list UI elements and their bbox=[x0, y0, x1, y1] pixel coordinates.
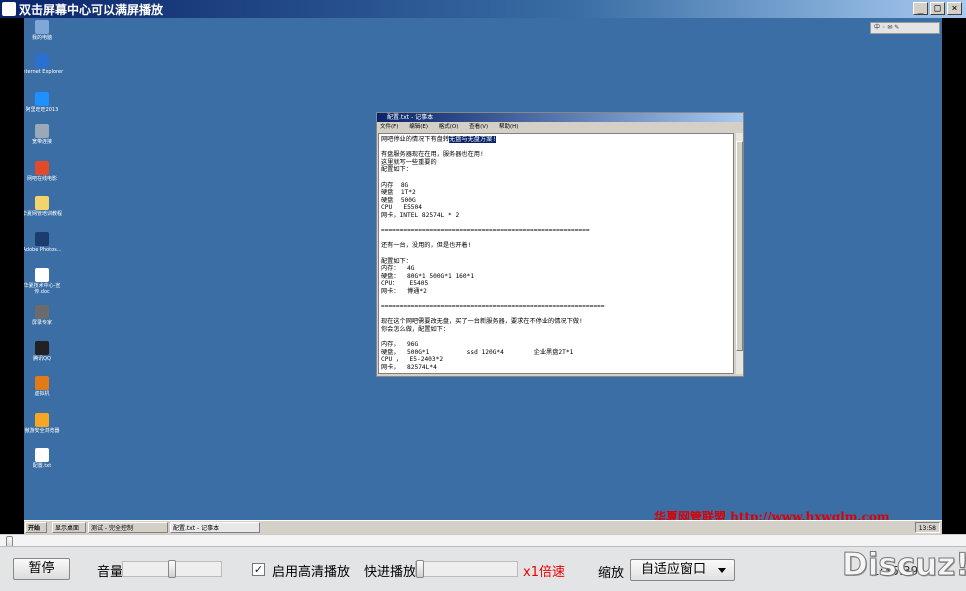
desktop-icon-image bbox=[35, 196, 49, 210]
notepad-window[interactable]: 配置.txt - 记事本 文件(F) 编辑(E) 格式(O) 查看(V) 帮助(… bbox=[376, 112, 744, 377]
desktop-icon-label: 华夏网管培训教程 bbox=[24, 211, 62, 217]
menu-format[interactable]: 格式(O) bbox=[439, 124, 459, 130]
desktop-icon-image bbox=[35, 413, 49, 427]
desktop-icon[interactable]: 屏录专家 bbox=[24, 305, 64, 326]
desktop-icon-label: 阿里旺旺2013 bbox=[25, 107, 59, 113]
start-button[interactable]: 开始 bbox=[25, 522, 47, 533]
notepad-body: 有盘服务器现在在用，服务器也在用! 这里就写一些重要的 配置如下： 内存 8G … bbox=[381, 151, 605, 371]
desktop-icon[interactable]: Adobe Photos... bbox=[24, 232, 64, 253]
desktop-icon-image bbox=[35, 341, 49, 355]
scrollbar-thumb[interactable] bbox=[736, 141, 743, 351]
desktop-icon-image bbox=[35, 124, 49, 138]
close-button[interactable]: × bbox=[947, 2, 962, 15]
notepad-menu: 文件(F) 编辑(E) 格式(O) 查看(V) 帮助(H) bbox=[377, 123, 743, 132]
desktop-icon-label: 配置.txt bbox=[32, 463, 52, 469]
desktop-icon-image bbox=[35, 92, 49, 106]
desktop-icon-image bbox=[35, 161, 49, 175]
fast-forward-label: 快进播放 bbox=[364, 565, 417, 580]
desktop-icon-image bbox=[35, 54, 49, 68]
desktop-icon-label: 腾讯QQ bbox=[33, 356, 51, 362]
desktop-icon[interactable]: 华夏网管培训教程 bbox=[24, 196, 64, 217]
desktop-icon[interactable]: 华夏技术中心-宣传.doc bbox=[24, 268, 64, 295]
discuz-logo: Discuz! bbox=[841, 547, 966, 584]
hd-label: 启用高清播放 bbox=[272, 565, 351, 580]
taskbar-item-notepad[interactable]: 配置.txt - 记事本 bbox=[170, 522, 260, 533]
desktop-icon-label: 我的电脑 bbox=[31, 35, 52, 41]
volume-slider-thumb[interactable] bbox=[168, 560, 176, 578]
menu-view[interactable]: 查看(V) bbox=[469, 124, 488, 130]
first-line-text: 网吧停业的情况下有盘转 bbox=[381, 136, 450, 143]
zoom-dropdown[interactable]: 自适应窗口 bbox=[630, 559, 735, 581]
window-title-bar[interactable]: 双击屏幕中心可以满屏播放 _ □ × bbox=[0, 0, 966, 18]
language-bar[interactable]: 中 ◦ ✉ ✎ bbox=[870, 22, 940, 34]
desktop-icon-image bbox=[35, 20, 49, 34]
volume-label: 音量 bbox=[97, 565, 124, 580]
desktop-icon-label: Adobe Photos... bbox=[24, 247, 62, 253]
desktop-icon-label: 傲游安全浏览器 bbox=[24, 428, 60, 434]
volume-slider[interactable] bbox=[122, 560, 222, 578]
chevron-down-icon bbox=[718, 568, 726, 573]
desktop-icon-image bbox=[35, 376, 49, 390]
desktop-icon-label: 宽带连接 bbox=[31, 139, 52, 145]
desktop-icon[interactable]: 阿里旺旺2013 bbox=[24, 92, 64, 113]
zoom-label: 缩放 bbox=[598, 566, 625, 581]
notepad-title[interactable]: 配置.txt - 记事本 bbox=[377, 113, 743, 122]
selected-text: 无盘与无盘方案! bbox=[449, 136, 497, 143]
desktop-icon[interactable]: 网吧在线电影 bbox=[24, 161, 64, 182]
desktop-icon[interactable]: 腾讯QQ bbox=[24, 341, 64, 362]
desktop-icon-label: 华夏技术中心-宣传.doc bbox=[24, 283, 61, 295]
desktop-icon-label: 网吧在线电影 bbox=[26, 176, 57, 182]
taskbar-item-remote-control[interactable]: 测试 - 完全控制 bbox=[88, 522, 168, 533]
desktop-icon[interactable]: 虚拟机 bbox=[24, 376, 64, 397]
player-controls: 暂停 音量 ✓ 启用高清播放 快进播放 x1倍速 缩放 自适应窗口 1:35:3… bbox=[0, 546, 966, 591]
desktop-icon-image bbox=[35, 232, 49, 246]
speed-value: x1倍速 bbox=[523, 565, 565, 580]
taskbar-item-show-desktop[interactable]: 显示桌面 bbox=[52, 522, 86, 533]
zoom-dropdown-value: 自适应窗口 bbox=[641, 562, 707, 577]
remote-desktop-view[interactable]: 我的电脑 Internet Explorer 阿里旺旺2013 宽带连接 网吧在线电影华… bbox=[24, 18, 942, 534]
desktop-icon[interactable]: Internet Explorer bbox=[24, 54, 64, 75]
desktop-icon[interactable]: 傲游安全浏览器 bbox=[24, 413, 64, 434]
maximize-button[interactable]: □ bbox=[930, 2, 945, 15]
desktop-icon-label: 虚拟机 bbox=[34, 391, 50, 397]
desktop-icon-image bbox=[35, 305, 49, 319]
notepad-scrollbar[interactable] bbox=[736, 133, 743, 374]
speed-slider[interactable] bbox=[415, 560, 518, 578]
menu-edit[interactable]: 编辑(E) bbox=[409, 124, 428, 130]
notepad-text-area[interactable]: 网吧停业的情况下有盘转无盘与无盘方案! 有盘服务器现在在用，服务器也在用! 这里… bbox=[378, 133, 734, 374]
taskbar-clock: 13:58 bbox=[914, 522, 940, 533]
desktop-icon-image bbox=[35, 268, 49, 282]
hd-checkbox[interactable]: ✓ bbox=[252, 563, 265, 576]
desktop-icon-label: 屏录专家 bbox=[31, 320, 52, 326]
pause-button[interactable]: 暂停 bbox=[13, 558, 70, 580]
desktop-icon[interactable]: 宽带连接 bbox=[24, 124, 64, 145]
desktop-icon[interactable]: 我的电脑 bbox=[24, 20, 64, 41]
desktop-icon[interactable]: 配置.txt bbox=[24, 448, 64, 469]
window-title: 双击屏幕中心可以满屏播放 bbox=[19, 3, 164, 17]
remote-taskbar: 开始 显示桌面 测试 - 完全控制 配置.txt - 记事本 13:58 bbox=[24, 520, 942, 534]
minimize-button[interactable]: _ bbox=[913, 2, 928, 15]
desktop-icon-label: Internet Explorer bbox=[24, 69, 64, 75]
app-icon bbox=[2, 2, 16, 16]
speed-slider-thumb[interactable] bbox=[416, 560, 424, 578]
menu-file[interactable]: 文件(F) bbox=[380, 124, 398, 130]
menu-help[interactable]: 帮助(H) bbox=[499, 124, 518, 130]
desktop-icon-image bbox=[35, 448, 49, 462]
